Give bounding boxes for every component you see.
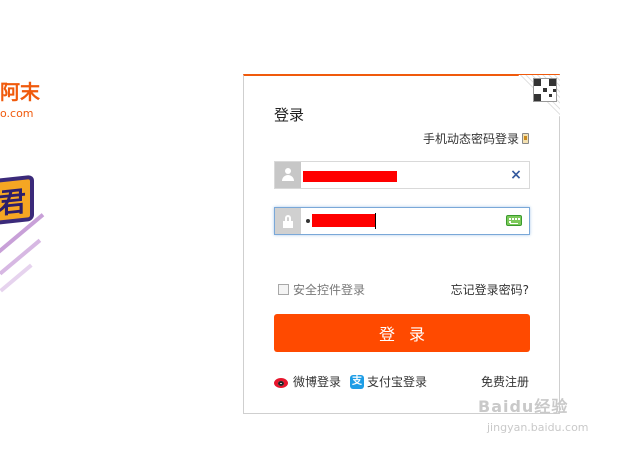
security-control-label: 安全控件登录 <box>293 283 366 297</box>
forgot-password-link[interactable]: 忘记登录密码? <box>451 281 529 298</box>
login-title: 登录 <box>274 106 305 124</box>
weibo-icon <box>274 375 290 389</box>
weibo-login-link[interactable]: 微博登录 <box>274 373 341 390</box>
phone-icon <box>522 133 529 144</box>
sms-login-label: 手机动态密码登录 <box>422 132 519 146</box>
alipay-login-label: 支付宝登录 <box>367 375 428 389</box>
qr-code-icon <box>533 78 557 102</box>
promo-banner: 君 <box>0 174 34 228</box>
security-control-toggle[interactable]: 安全控件登录 <box>278 281 365 298</box>
alipay-login-link[interactable]: 支 支付宝登录 <box>350 373 427 390</box>
clear-username-button[interactable]: × <box>509 167 523 183</box>
watermark: Baidu经验 <box>478 397 569 416</box>
password-mask-dot <box>306 219 310 223</box>
security-control-checkbox[interactable] <box>278 284 289 295</box>
login-panel: 登录 手机动态密码登录 × 安全控件登录 忘记登录密码? 登录 微博登录 支 支… <box>243 74 560 414</box>
password-field[interactable] <box>274 207 530 235</box>
sms-login-link[interactable]: 手机动态密码登录 <box>423 130 529 147</box>
redaction-mark <box>303 171 397 182</box>
user-icon <box>275 162 301 188</box>
brand-domain: o.com <box>0 107 34 120</box>
alternative-logins: 微博登录 支 支付宝登录 <box>274 373 436 390</box>
alipay-icon: 支 <box>350 374 365 389</box>
watermark-url: jingyan.baidu.com <box>487 421 589 434</box>
username-field[interactable]: × <box>274 161 530 189</box>
text-caret <box>375 213 376 229</box>
qr-login-toggle[interactable] <box>518 75 560 117</box>
soft-keyboard-icon[interactable] <box>506 215 522 226</box>
lock-icon <box>275 208 301 234</box>
weibo-login-label: 微博登录 <box>293 375 342 389</box>
brand-logo-text: 阿末 <box>0 80 40 104</box>
login-button[interactable]: 登录 <box>274 314 530 352</box>
redaction-mark <box>312 214 376 227</box>
register-link[interactable]: 免费注册 <box>481 373 529 390</box>
